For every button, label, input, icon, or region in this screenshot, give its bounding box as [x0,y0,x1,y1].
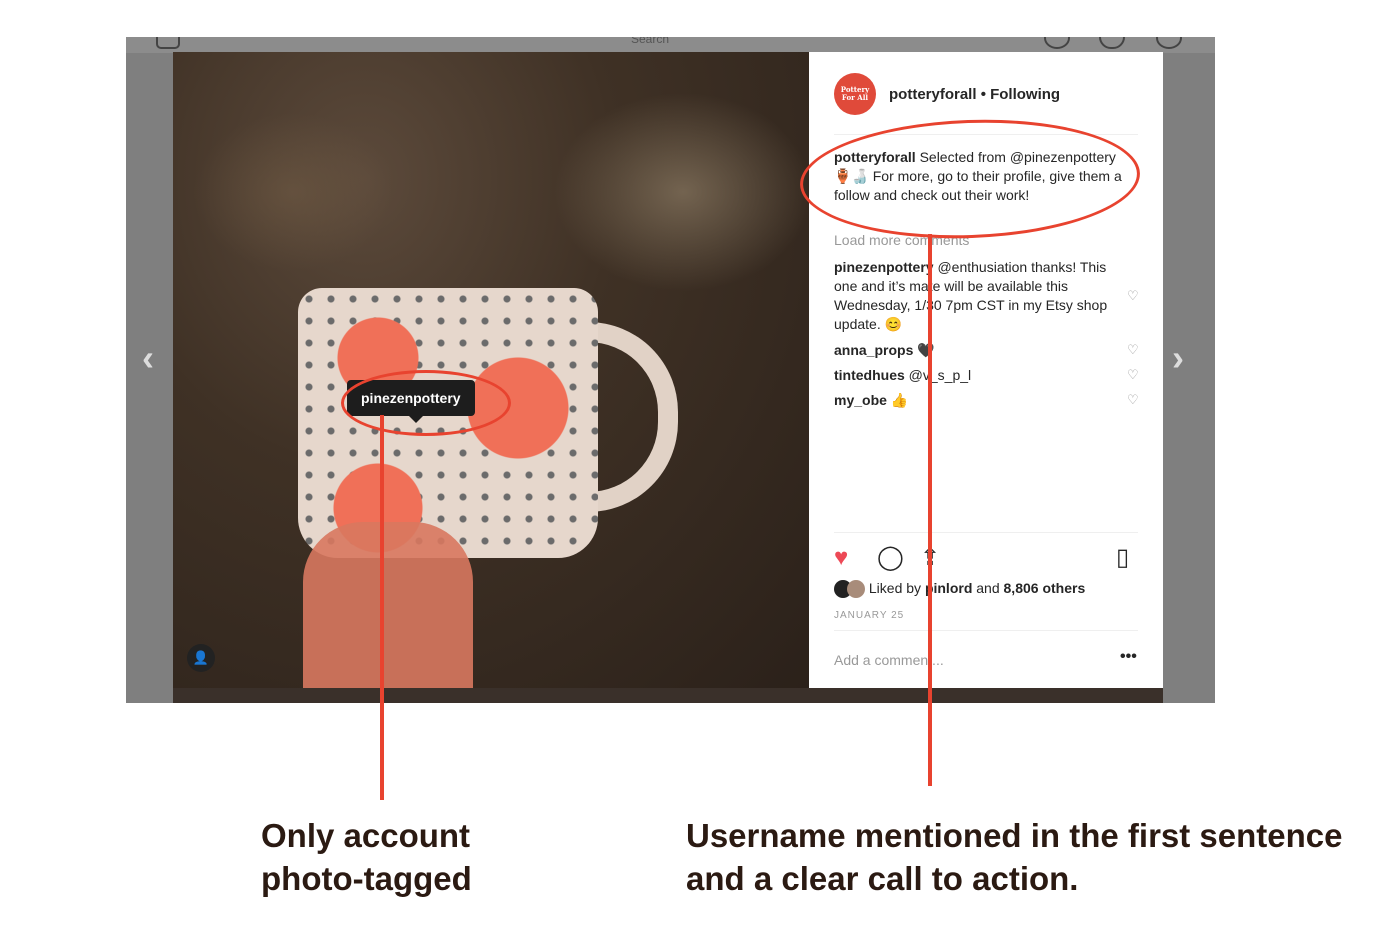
comment-username[interactable]: my_obe [834,392,887,408]
prev-post-arrow-icon[interactable]: ‹ [142,337,154,379]
likes-count[interactable]: 8,806 others [1004,580,1086,596]
comment-like-icon[interactable]: ♡ [1127,343,1139,356]
comment-like-icon[interactable]: ♡ [1127,393,1139,406]
comment-like-icon[interactable]: ♡ [1127,368,1139,381]
next-post-arrow-icon[interactable]: › [1172,337,1184,379]
comment-like-icon[interactable]: ♡ [1127,289,1139,302]
post-photo[interactable]: pinezenpottery 👤 [173,52,809,688]
divider [834,532,1138,533]
divider [834,630,1138,631]
follow-status[interactable]: • Following [981,86,1060,103]
comment: tintedhues @v_s_p_l [834,366,1114,385]
hand [303,522,473,688]
post-actions: ♥ ◯ ⇪ ▯ [834,545,1138,575]
user-tags-icon[interactable]: 👤 [187,644,215,672]
topbar: Search [126,37,1215,53]
comment-icon[interactable]: ◯ [877,545,904,571]
background-bokeh [553,92,809,292]
explore-icon[interactable] [1044,37,1070,49]
comment-username[interactable]: pinezenpottery [834,259,934,275]
feed-strip [173,688,1163,703]
like-heart-icon[interactable]: ♥ [834,545,848,571]
likes-user[interactable]: pinlord [925,580,972,596]
comment: pinezenpottery @enthusiation thanks! Thi… [834,258,1114,334]
background-bokeh [193,112,393,272]
post-date[interactable]: JANUARY 25 [834,610,904,621]
comment: my_obe 👍 [834,391,1114,410]
annotation-right: Username mentioned in the first sentence… [686,817,1343,897]
heart-icon[interactable] [1099,37,1125,49]
comment-username[interactable]: anna_props [834,342,913,358]
more-options-icon[interactable]: ••• [1120,648,1137,666]
comment: anna_props 🖤 [834,341,1114,360]
comment-text: @v_s_p_l [904,367,972,383]
avatar[interactable]: Pottery For All [834,73,876,115]
bookmark-icon[interactable]: ▯ [1116,545,1129,571]
post-header: Pottery For All potteryforall • Followin… [834,73,1134,117]
comment-text: 👍 [886,392,909,408]
annotation-left: Only account photo-tagged [261,817,472,897]
instagram-icon[interactable] [156,37,180,49]
username-link[interactable]: potteryforall [889,86,977,103]
likes-suffix: and [972,580,1004,596]
tag-highlight-circle [341,370,511,436]
likes-line: Liked by pinlord and 8,806 others [834,580,1086,599]
search-input[interactable]: Search [631,37,669,46]
likes-prefix: Liked by [868,580,925,596]
profile-icon[interactable] [1156,37,1182,49]
liker-avatar [847,580,865,599]
annotation-pointer-right [928,234,932,786]
comment-username[interactable]: tintedhues [834,367,905,383]
post-header-name: potteryforall • Following [889,86,1060,103]
annotation-pointer-left [380,415,384,800]
